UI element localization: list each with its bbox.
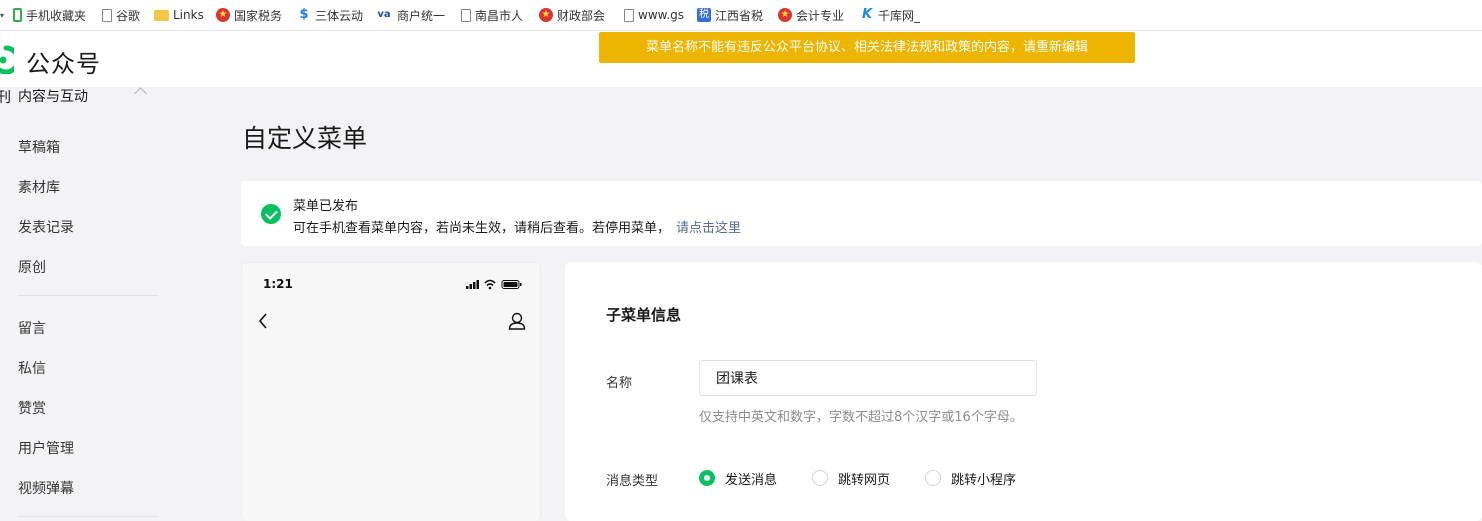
bookmark-google[interactable]: 谷歌 [100,0,140,30]
content-icon: 刊 [0,90,11,106]
va-logo-icon: va [377,9,391,20]
sidebar-item-materials[interactable]: 素材库 [18,177,60,197]
bookmark-accounting[interactable]: ★ 会计专业 [778,0,844,30]
disable-menu-link[interactable]: 请点击这里 [676,221,741,236]
nav-group-label: 内容与互动 [18,89,88,105]
nav-group-content-interaction[interactable]: 刊 内容与互动 [0,87,175,106]
sidebar-item-publish-records[interactable]: 发表记录 [18,217,74,237]
bookmark-qianku[interactable]: K 千库网_ [860,0,920,30]
wifi-icon [488,286,492,290]
k-logo-icon: K [861,7,873,22]
sidebar-divider [18,295,158,296]
radio-checked-icon [699,470,715,486]
radio-jump-webpage[interactable]: 跳转网页 [812,469,890,488]
bookmark-santi[interactable]: $ 三体云动 [297,0,363,30]
sidebar: 刊 内容与互动 草稿箱 素材库 发表记录 原创 留言 私信 赞赏 用户管理 视频… [0,87,175,521]
sidebar-item-user-management[interactable]: 用户管理 [18,438,74,458]
sidebar-item-video-danmaku[interactable]: 视频弹幕 [18,478,74,498]
back-arrow-icon[interactable] [256,311,272,331]
bookmark-mobile-favorites[interactable]: 手机收藏夹 [13,0,86,30]
signal-bar [469,284,472,289]
message-type-label: 消息类型 [606,474,659,489]
status-bar-icons [466,279,522,290]
editor-title: 子菜单信息 [606,306,682,324]
bookmark-tax-bureau[interactable]: ★ 国家税务 [216,0,282,30]
notice-desc-text: 可在手机查看菜单内容，若尚未生效，请稍后查看。若停用菜单， [293,221,671,236]
notice-title: 菜单已发布 [293,199,359,214]
name-label: 名称 [606,376,633,391]
sidebar-divider [18,516,158,517]
page-icon [102,8,112,22]
emblem-icon: ★ [539,8,553,22]
name-hint: 仅支持中英文和数字，字数不超过8个汉字或16个字母。 [699,410,1023,425]
bookmark-finance-ministry[interactable]: ★ 财政部会 [539,0,605,30]
wifi-icon [484,279,496,284]
radio-unchecked-icon [812,470,829,486]
signal-bar [476,280,479,289]
app-header: 公众号 菜单名称不能有违反公众平台协议、相关法律法规和政策的内容，请重新编辑 [0,31,1482,87]
radio-unchecked-icon [925,470,942,486]
page-icon [461,8,471,22]
wifi-icon [486,283,494,287]
phone-preview: 1:21 [241,262,541,521]
page-icon [624,8,634,22]
user-icon[interactable] [508,311,526,331]
message-type-options: 发送消息 跳转网页 跳转小程序 [699,469,1051,488]
jx-logo-icon: 税 [697,8,711,22]
bookmark-menu-caret[interactable]: ▾ [0,0,4,30]
sidebar-item-rewards[interactable]: 赞赏 [18,398,46,418]
folder-icon [154,9,169,21]
wechat-logo-icon [0,45,14,74]
bookmark-www[interactable]: www.gs [622,0,686,30]
error-toast: 菜单名称不能有违反公众平台协议、相关法律法规和政策的内容，请重新编辑 [599,32,1135,63]
radio-send-message[interactable]: 发送消息 [699,469,777,488]
bookmark-nanchang[interactable]: 南昌市人 [459,0,523,30]
success-check-icon [261,204,281,224]
s-logo-icon: $ [299,7,309,22]
signal-bar [466,286,469,289]
emblem-icon: ★ [216,8,230,22]
phone-icon [13,8,22,22]
sidebar-item-original[interactable]: 原创 [18,257,46,277]
bookmark-jiangxi-tax[interactable]: 税 江西省税 [697,0,763,30]
site-title: 公众号 [26,50,101,78]
sidebar-item-messages[interactable]: 私信 [18,358,46,378]
notice-description: 可在手机查看菜单内容，若尚未生效，请稍后查看。若停用菜单， 请点击这里 [293,217,741,236]
chevron-up-icon [134,87,147,100]
bookmark-merchant[interactable]: va 商户统一 [375,0,445,30]
sidebar-item-comments[interactable]: 留言 [18,318,46,338]
page-title: 自定义菜单 [242,124,368,153]
emblem-icon: ★ [778,8,792,22]
battery-icon [520,283,522,286]
signal-bar [473,282,476,289]
bookmarks-bar: ▾ 手机收藏夹 谷歌 Links ★ 国家税务 $ 三体云动 va 商户统一 南… [0,0,1482,31]
phone-time: 1:21 [263,277,293,291]
bookmark-links[interactable]: Links [154,0,204,30]
sidebar-item-drafts[interactable]: 草稿箱 [18,137,60,157]
publish-notice: 菜单已发布 可在手机查看菜单内容，若尚未生效，请稍后查看。若停用菜单， 请点击这里 [241,181,1482,246]
submenu-editor: 子菜单信息 名称 仅支持中英文和数字，字数不超过8个汉字或16个字母。 消息类型… [565,262,1482,521]
radio-jump-miniprogram[interactable]: 跳转小程序 [925,469,1016,488]
menu-name-input[interactable] [699,360,1037,396]
battery-icon [503,282,518,287]
